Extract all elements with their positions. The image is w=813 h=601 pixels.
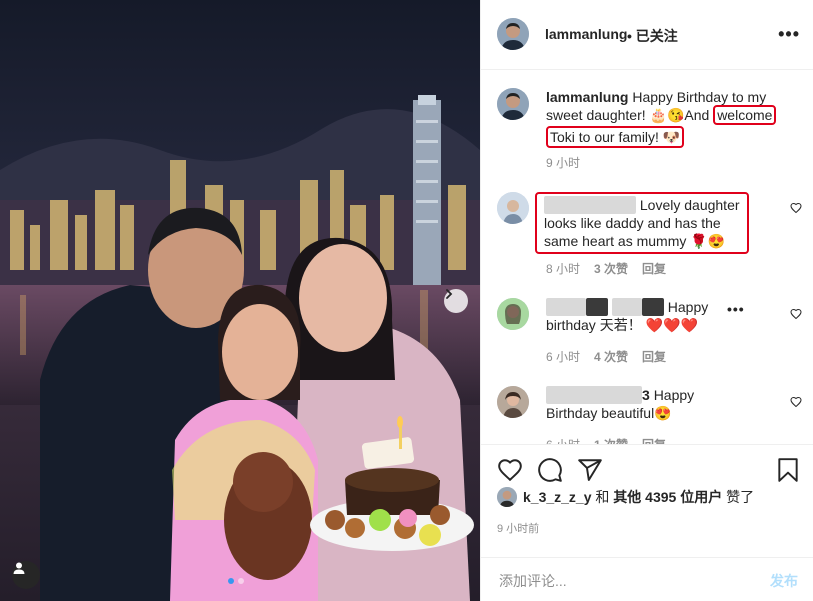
like-comment-heart-icon[interactable]	[790, 308, 802, 320]
chevron-right-icon	[446, 289, 453, 299]
comments-list: lammanlung Happy Birthday to my sweet da…	[481, 70, 813, 444]
author-username[interactable]: lammanlung	[545, 26, 627, 42]
redacted-username[interactable]: x	[544, 196, 636, 214]
caption-time: 9 小时	[546, 156, 581, 170]
comment-text-part: Happy	[653, 387, 695, 403]
follow-status[interactable]: • 已关注	[627, 26, 678, 46]
post-photo[interactable]	[0, 0, 480, 601]
likes-suffix: 赞了	[726, 489, 755, 505]
reply-button[interactable]: 回复	[642, 436, 666, 444]
commenter-avatar[interactable]	[497, 192, 529, 224]
caption-text: lammanlung Happy Birthday to my sweet da…	[546, 88, 786, 148]
caption-meta: 9 小时	[546, 154, 580, 171]
liker-username[interactable]: k_3_z_z_y	[523, 489, 592, 505]
avatar-image	[497, 386, 529, 418]
family-photo-illustration	[0, 0, 480, 601]
comment-time: 8 小时	[546, 262, 581, 276]
commenter-avatar[interactable]	[497, 386, 529, 418]
avatar-image	[497, 298, 529, 330]
carousel-dot	[238, 578, 244, 584]
like-comment-heart-icon[interactable]	[790, 202, 802, 214]
comment-input[interactable]	[497, 568, 751, 594]
reply-button[interactable]: 回复	[642, 348, 666, 365]
author-avatar[interactable]	[497, 18, 529, 50]
user-icon	[13, 562, 25, 574]
comment-likes[interactable]: 4 次赞	[594, 348, 628, 365]
avatar-image	[497, 18, 529, 50]
caption-username[interactable]: lammanlung	[546, 89, 628, 105]
comment-meta: 8 小时 3 次赞 回复	[546, 260, 666, 277]
liker-avatar[interactable]	[497, 487, 517, 507]
comment-time: 6 小时	[546, 350, 581, 364]
comment-text-block: x3 Happy Birthday beautiful😍	[546, 386, 766, 422]
post-side-panel: lammanlung • 已关注 ••• lammanlung Happy Bi…	[480, 0, 813, 601]
highlight-welcome: welcome	[713, 105, 777, 125]
like-comment-heart-icon[interactable]	[790, 396, 802, 408]
add-comment-bar: 发布	[481, 557, 813, 601]
redacted-username[interactable]: x	[546, 386, 642, 404]
comment-time: 6 小时	[546, 436, 580, 444]
post-header: lammanlung • 已关注 •••	[481, 0, 813, 70]
comment-text-part: Birthday beautiful😍	[546, 405, 672, 421]
comment-icon[interactable]	[537, 457, 563, 483]
username-visible-part[interactable]: 3	[642, 387, 650, 403]
highlight-toki: Toki to our family! 🐶	[546, 126, 685, 148]
comment-meta: 6 小时 1 次赞 回复	[546, 436, 666, 444]
comment-text-box: x Lovely daughter looks like daddy and h…	[535, 192, 749, 254]
post-actions: k_3_z_z_y 和 其他 4395 位用户 赞了 9 小时前 发布	[481, 444, 813, 600]
share-icon[interactable]	[577, 457, 603, 483]
redacted-username-part[interactable]: x	[641, 298, 664, 316]
avatar-image	[497, 88, 529, 120]
redacted-username[interactable]: x	[546, 298, 586, 316]
instagram-post: lammanlung • 已关注 ••• lammanlung Happy Bi…	[0, 0, 813, 601]
likes-summary: k_3_z_z_y 和 其他 4395 位用户 赞了	[497, 487, 754, 507]
avatar-image	[497, 192, 529, 224]
redacted-username-part[interactable]: x	[611, 298, 642, 316]
likes-count-link[interactable]: 其他 4395 位用户	[613, 489, 722, 505]
tagged-users-button[interactable]	[12, 561, 40, 589]
comment-likes[interactable]: 1 次赞	[594, 436, 628, 444]
carousel-indicator	[228, 578, 244, 584]
comment-text-part: birthday 天若！ ❤️❤️❤️	[546, 317, 698, 333]
carousel-dot-active	[228, 578, 234, 584]
likes-joiner: 和	[595, 489, 610, 505]
post-time[interactable]: 9 小时前	[497, 520, 539, 536]
comment-meta: 6 小时 4 次赞 回复	[546, 348, 666, 365]
post-comment-button[interactable]: 发布	[770, 571, 798, 591]
like-heart-icon[interactable]	[497, 457, 523, 483]
comment-likes[interactable]: 3 次赞	[594, 260, 628, 277]
commenter-avatar[interactable]	[497, 298, 529, 330]
bookmark-icon[interactable]	[775, 457, 801, 483]
avatar-image	[497, 487, 517, 507]
comment-options-icon[interactable]: •••	[727, 302, 745, 316]
comment-text-part: Happy	[667, 299, 709, 315]
next-photo-button[interactable]	[444, 289, 468, 313]
reply-button[interactable]: 回复	[642, 260, 666, 277]
redacted-username-part[interactable]: x	[586, 298, 608, 316]
caption-author-avatar[interactable]	[497, 88, 529, 120]
more-horizontal-icon[interactable]: •••	[778, 25, 800, 43]
